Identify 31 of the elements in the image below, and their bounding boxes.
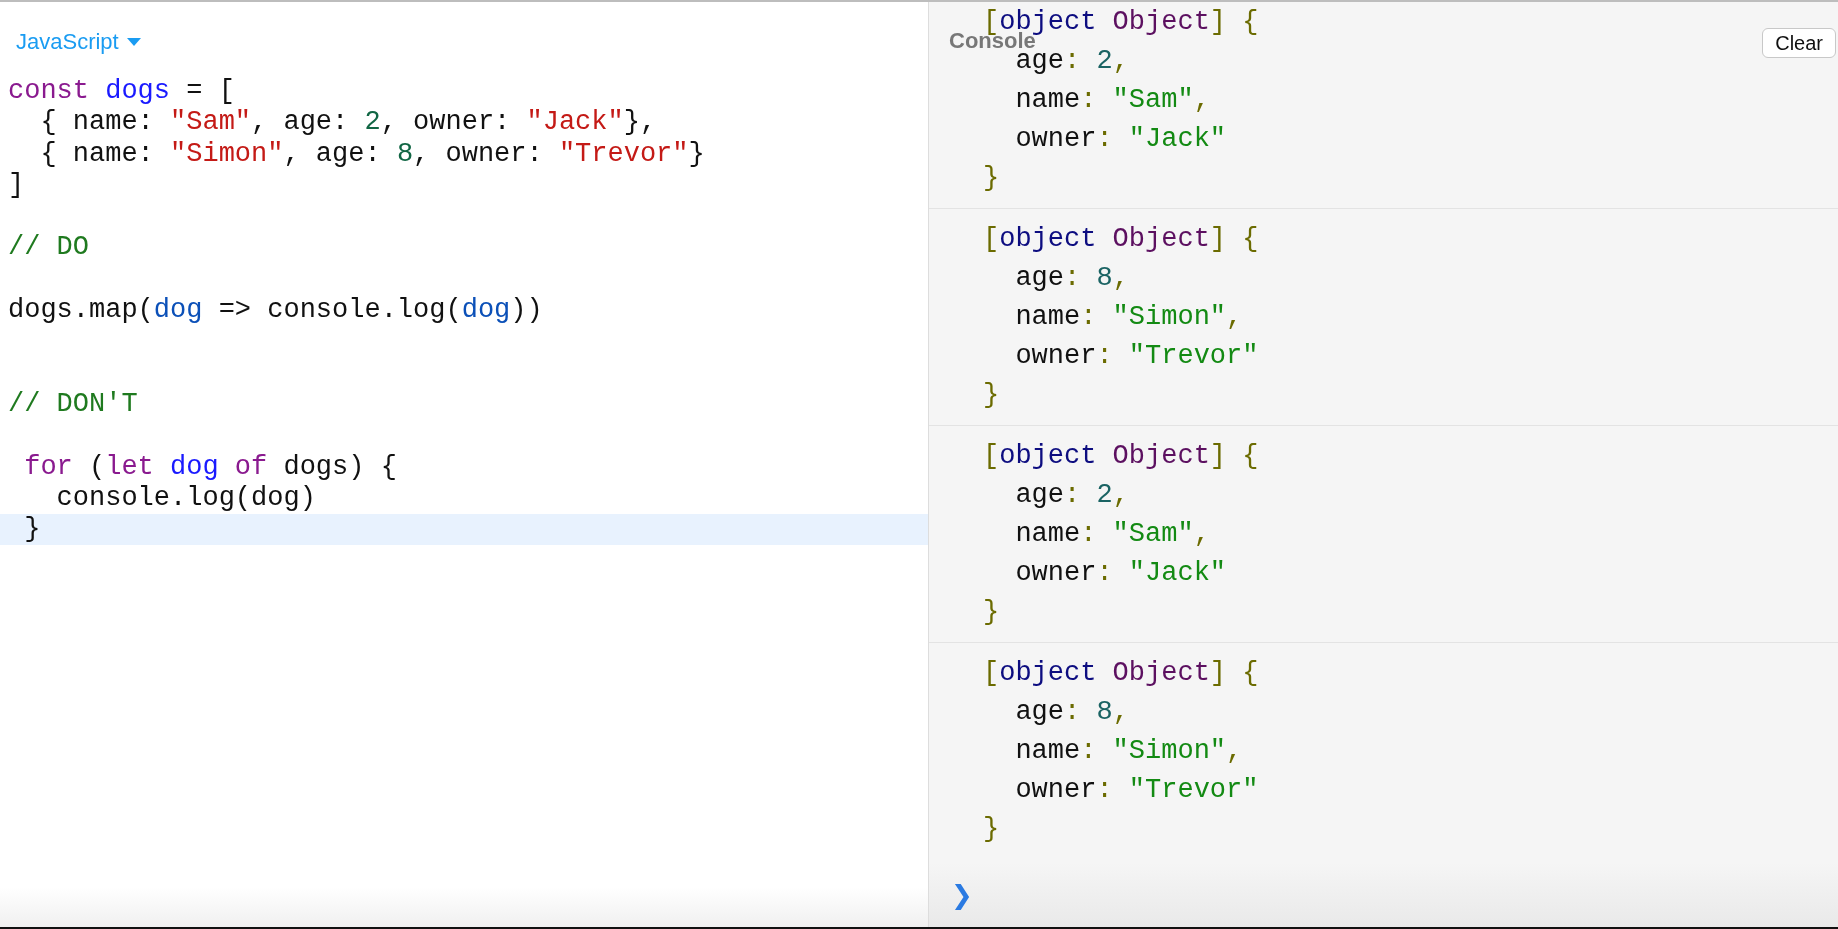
console-output-line: owner: "Trevor"	[1014, 774, 1259, 807]
code-line: dogs.map(dog => console.log(dog))	[7, 295, 544, 327]
clear-button[interactable]: Clear	[1762, 28, 1836, 58]
console-output-line: }	[983, 596, 1000, 629]
console-output-line: name: "Simon",	[1014, 735, 1243, 768]
code-line: { name: "Simon", age: 8, owner: "Trevor"}	[39, 138, 706, 170]
caret-icon	[126, 38, 141, 46]
console-output-line: name: "Sam",	[1014, 518, 1210, 551]
code-line: ]	[7, 169, 26, 202]
prompt-symbol: ❯	[951, 880, 973, 910]
code-line: // DON'T	[7, 388, 139, 421]
code-line: for (let dog of dogs) {	[23, 451, 398, 483]
console-output-line: owner: "Trevor"	[1014, 340, 1259, 373]
console-output-line: }	[983, 379, 1000, 412]
code-line: console.log(dog)	[55, 482, 317, 515]
console-output-line: age: 8,	[1014, 262, 1129, 295]
console-output-line: }	[983, 813, 1000, 846]
console-output-line: owner: "Jack"	[1014, 557, 1227, 590]
code-line: { name: "Sam", age: 2, owner: "Jack"},	[39, 107, 658, 139]
console-output-line: [object Object] {	[983, 440, 1259, 473]
console-output-line: name: "Simon",	[1014, 301, 1243, 334]
code-line: const dogs = [	[7, 76, 236, 108]
console-output-line: }	[983, 162, 1000, 195]
console-output-line: age: 2,	[1014, 479, 1129, 512]
console-output-line: owner: "Jack"	[1014, 123, 1227, 156]
console-output-line: age: 8,	[1014, 696, 1129, 729]
code-line: // DO	[7, 232, 90, 264]
console-output-line: [object Object] {	[983, 657, 1259, 690]
console-output-line: [object Object] {	[983, 223, 1259, 256]
console-output-line: name: "Sam",	[1014, 84, 1210, 117]
language-dropdown[interactable]: JavaScript	[16, 26, 141, 58]
